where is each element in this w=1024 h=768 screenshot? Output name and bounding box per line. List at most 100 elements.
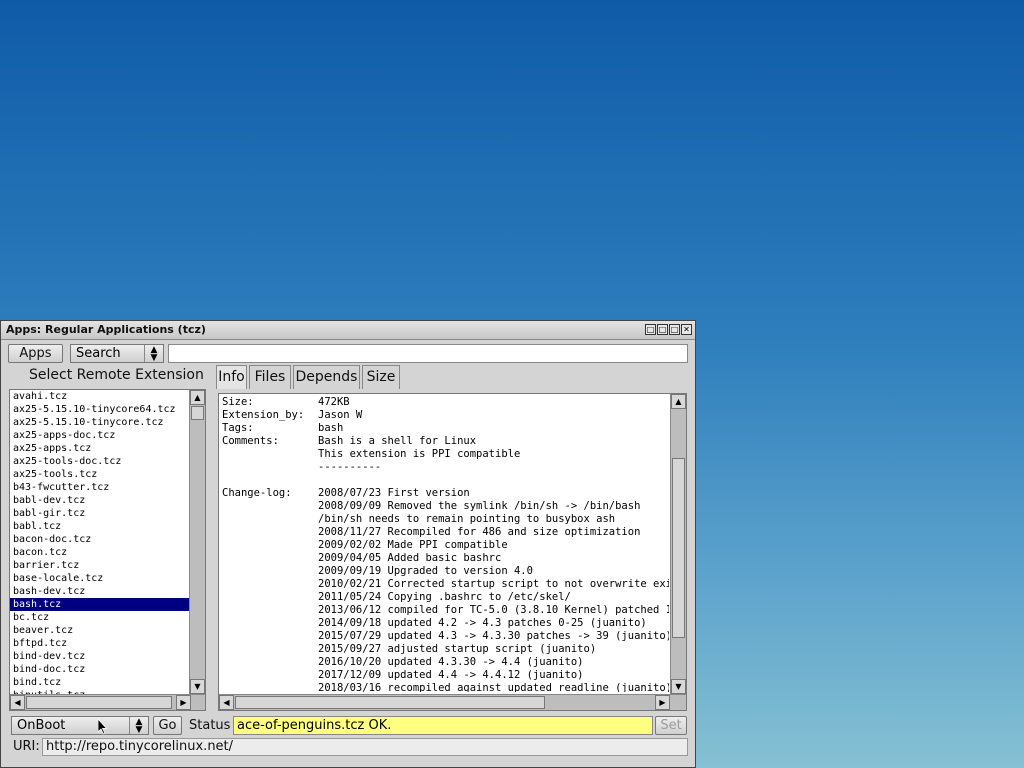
set-button[interactable]: Set [655, 716, 687, 735]
info-key: Comments: [222, 435, 279, 447]
search-mode-value: Search [76, 346, 121, 361]
info-text: Size: 472KB Extension_by: Jason W Tags: bash C… [222, 396, 669, 692]
info-hscrollbar[interactable]: ◀ ▶ [219, 694, 686, 710]
list-item[interactable]: avahi.tcz [10, 390, 190, 403]
uri-field[interactable]: http://repo.tinycorelinux.net/ [42, 738, 688, 756]
info-row: Tags: bash [222, 422, 669, 435]
tab-depends[interactable]: Depends [293, 365, 360, 389]
info-value: 2009/09/19 Upgraded to version 4.0 [318, 565, 533, 577]
list-item[interactable]: barrier.tcz [10, 559, 190, 572]
search-input[interactable] [168, 344, 688, 363]
info-value: 2014/09/18 updated 4.2 -> 4.3 patches 0-… [318, 617, 647, 629]
extension-list-vscrollbar[interactable]: ▲ ▼ [189, 390, 205, 694]
info-hscroll-thumb[interactable] [235, 696, 545, 709]
list-item[interactable]: bind-dev.tcz [10, 650, 190, 663]
info-value: 2015/07/29 updated 4.3 -> 4.3.30 patches… [318, 630, 669, 642]
info-row: Size: 472KB [222, 396, 669, 409]
extension-list-hscrollbar[interactable]: ◀ ▶ [10, 694, 205, 710]
info-value: 2009/02/02 Made PPI compatible [318, 539, 508, 551]
info-key: Tags: [222, 422, 254, 434]
info-value: 2008/11/27 Recompiled for 486 and size o… [318, 526, 641, 538]
title-bar[interactable]: Apps: Regular Applications (tcz) □ □ □ ✕ [1, 321, 695, 340]
uri-label: URI: [13, 739, 40, 754]
info-value: 2009/04/05 Added basic bashrc [318, 552, 502, 564]
apps-button[interactable]: Apps [8, 344, 63, 363]
info-key: Size: [222, 396, 254, 408]
info-value: 2011/05/24 Copying .bashrc to /etc/skel/ [318, 591, 571, 603]
onboot-select[interactable]: OnBoot ▲ ▼ [11, 716, 149, 735]
list-item[interactable]: bash.tcz [10, 598, 190, 611]
info-scroll-down-icon[interactable]: ▼ [671, 679, 686, 694]
info-value: 472KB [318, 396, 350, 408]
scroll-right-icon[interactable]: ▶ [176, 695, 191, 710]
scroll-up-icon[interactable]: ▲ [190, 390, 205, 405]
info-row [222, 474, 669, 487]
onboot-value: OnBoot [17, 718, 66, 733]
info-scroll-left-icon[interactable]: ◀ [219, 695, 234, 710]
go-button[interactable]: Go [153, 716, 182, 735]
list-item[interactable]: bind-doc.tcz [10, 663, 190, 676]
left-panel-heading: Select Remote Extension [29, 367, 204, 383]
list-item[interactable]: bind.tcz [10, 676, 190, 689]
info-value: bash [318, 422, 344, 434]
info-key: Change-log: [222, 487, 292, 499]
list-item[interactable]: ax25-5.15.10-tinycore64.tcz [10, 403, 190, 416]
info-panel[interactable]: Size: 472KB Extension_by: Jason W Tags: bash C… [218, 393, 687, 711]
scroll-left-icon[interactable]: ◀ [10, 695, 25, 710]
list-item[interactable]: ax25-5.15.10-tinycore.tcz [10, 416, 190, 429]
window-title: Apps: Regular Applications (tcz) [6, 323, 206, 336]
list-item[interactable]: ax25-apps-doc.tcz [10, 429, 190, 442]
list-item[interactable]: ax25-tools.tcz [10, 468, 190, 481]
list-item[interactable]: b43-fwcutter.tcz [10, 481, 190, 494]
extension-list[interactable]: avahi.tcz ax25-5.15.10-tinycore64.tcz ax25… [9, 389, 206, 711]
list-item[interactable]: bacon-doc.tcz [10, 533, 190, 546]
tab-files[interactable]: Files [249, 365, 291, 389]
maximize-button[interactable]: □ [669, 324, 680, 335]
info-row: 2017/12/09 updated 4.4 -> 4.4.12 (juanit… [222, 669, 669, 682]
hscroll-thumb[interactable] [26, 696, 172, 709]
scroll-down-icon[interactable]: ▼ [190, 679, 205, 694]
info-value: /bin/sh needs to remain pointing to busy… [318, 513, 616, 525]
info-value: Jason W [318, 409, 363, 421]
list-item[interactable]: bacon.tcz [10, 546, 190, 559]
info-value: 2013/06/12 compiled for TC-5.0 (3.8.10 K… [318, 604, 669, 616]
info-row: 2008/09/09 Removed the symlink /bin/sh -… [222, 500, 669, 513]
mouse-cursor-icon [98, 719, 108, 735]
close-button[interactable]: ✕ [681, 324, 692, 335]
list-item[interactable]: ax25-tools-doc.tcz [10, 455, 190, 468]
info-row: 2018/03/16 recompiled against updated re… [222, 682, 669, 692]
list-item[interactable]: beaver.tcz [10, 624, 190, 637]
select-arrows-icon: ▲ ▼ [144, 345, 163, 362]
info-row: 2015/07/29 updated 4.3 -> 4.3.30 patches… [222, 630, 669, 643]
info-key: Extension_by: [222, 409, 305, 421]
info-scroll-up-icon[interactable]: ▲ [671, 394, 686, 409]
info-value: 2016/10/20 updated 4.3.30 -> 4.4 (juanit… [318, 656, 584, 668]
info-row: ---------- [222, 461, 669, 474]
list-item[interactable]: bftpd.tcz [10, 637, 190, 650]
list-item[interactable]: babl.tcz [10, 520, 190, 533]
info-row: 2013/06/12 compiled for TC-5.0 (3.8.10 K… [222, 604, 669, 617]
info-scroll-right-icon[interactable]: ▶ [655, 695, 670, 710]
minimize-button[interactable]: □ [657, 324, 668, 335]
list-item[interactable]: bash-dev.tcz [10, 585, 190, 598]
tab-info[interactable]: Info [216, 365, 247, 389]
info-row: 2008/11/27 Recompiled for 486 and size o… [222, 526, 669, 539]
list-item[interactable]: bc.tcz [10, 611, 190, 624]
info-row: 2014/09/18 updated 4.2 -> 4.3 patches 0-… [222, 617, 669, 630]
list-item[interactable]: babl-dev.tcz [10, 494, 190, 507]
info-scroll-thumb[interactable] [672, 458, 685, 638]
list-item[interactable]: base-locale.tcz [10, 572, 190, 585]
scroll-thumb[interactable] [191, 406, 204, 420]
tab-size[interactable]: Size [362, 365, 400, 389]
info-value: 2017/12/09 updated 4.4 -> 4.4.12 (juanit… [318, 669, 584, 681]
list-item[interactable]: babl-gir.tcz [10, 507, 190, 520]
info-row: 2016/10/20 updated 4.3.30 -> 4.4 (juanit… [222, 656, 669, 669]
extension-list-items[interactable]: avahi.tcz ax25-5.15.10-tinycore64.tcz ax25… [10, 390, 190, 694]
iconify-button[interactable]: □ [645, 324, 656, 335]
list-item[interactable]: ax25-apps.tcz [10, 442, 190, 455]
status-field: ace-of-penguins.tcz OK. [233, 716, 653, 735]
info-vscrollbar[interactable]: ▲ ▼ [670, 394, 686, 694]
info-row: This extension is PPI compatible [222, 448, 669, 461]
info-value: 2008/09/09 Removed the symlink /bin/sh -… [318, 500, 641, 512]
search-mode-select[interactable]: Search ▲ ▼ [70, 344, 164, 363]
